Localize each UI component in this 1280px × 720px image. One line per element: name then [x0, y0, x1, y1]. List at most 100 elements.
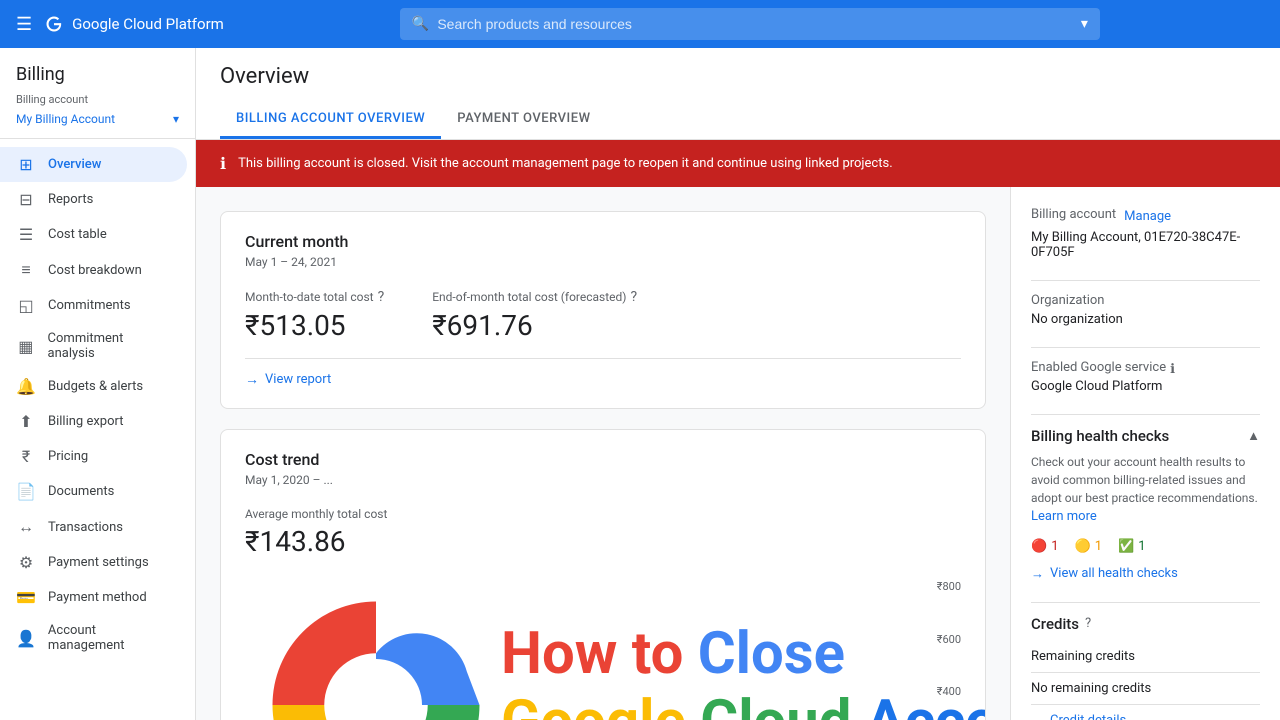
- sidebar-payment-method-icon: 💳: [16, 588, 36, 607]
- learn-more-link[interactable]: Learn more: [1031, 509, 1097, 524]
- sidebar-item-payment-method[interactable]: 💳 Payment method: [0, 580, 187, 615]
- search-chevron-icon: ▾: [1081, 16, 1088, 32]
- sidebar-overview-label: Overview: [48, 157, 101, 172]
- search-input[interactable]: [437, 16, 1069, 32]
- view-checks-label: View all health checks: [1050, 566, 1178, 581]
- google-g-icon: [44, 14, 64, 34]
- badge-green-count: 1: [1138, 539, 1145, 554]
- org-value: No organization: [1031, 312, 1260, 327]
- sidebar-reports-label: Reports: [48, 192, 93, 207]
- credit-details-link[interactable]: → Credit details: [1031, 713, 1260, 720]
- sidebar-payment-method-label: Payment method: [48, 590, 147, 605]
- trend-title: Cost trend: [245, 450, 961, 469]
- google-service-value: Google Cloud Platform: [1031, 379, 1260, 394]
- y-label-400: ₹400: [921, 685, 961, 698]
- eom-help-icon[interactable]: ?: [630, 289, 637, 305]
- current-month-title: Current month: [245, 232, 961, 251]
- sidebar-item-account-management[interactable]: 👤 Account management: [0, 615, 187, 661]
- manage-link[interactable]: Manage: [1124, 209, 1171, 224]
- menu-icon[interactable]: ☰: [16, 14, 32, 35]
- sidebar-budgets-alerts-label: Budgets & alerts: [48, 379, 143, 394]
- eom-label: End-of-month total cost (forecasted) ?: [432, 289, 637, 305]
- sidebar-documents-label: Documents: [48, 484, 114, 499]
- sidebar: Billing Billing account My Billing Accou…: [0, 48, 196, 720]
- cost-trend-card: Cost trend May 1, 2020 – ... Average mon…: [220, 429, 986, 720]
- sidebar-item-cost-breakdown[interactable]: ≡ Cost breakdown: [0, 252, 187, 288]
- sidebar-commitment-analysis-icon: ▦: [16, 337, 36, 356]
- sidebar-item-commitments[interactable]: ◱ Commitments: [0, 288, 187, 323]
- side-panel: Billing account Manage My Billing Accoun…: [1010, 187, 1280, 720]
- sidebar-cost-table-icon: ☰: [16, 225, 36, 244]
- avg-label: Average monthly total cost: [245, 507, 961, 521]
- current-month-subtitle: May 1 – 24, 2021: [245, 255, 961, 269]
- sidebar-item-cost-table[interactable]: ☰ Cost table: [0, 217, 187, 252]
- tab-payment-overview[interactable]: PAYMENT OVERVIEW: [441, 101, 606, 139]
- sidebar-item-documents[interactable]: 📄 Documents: [0, 474, 187, 509]
- divider-2: [1031, 347, 1260, 348]
- sidebar-item-transactions[interactable]: ↔ Transactions: [0, 509, 187, 545]
- avg-amount: ₹143.86: [245, 525, 961, 558]
- alert-icon: ℹ: [220, 154, 226, 173]
- billing-checks-section: Billing health checks ▲ Check out your a…: [1031, 427, 1260, 582]
- eom-cost-item: End-of-month total cost (forecasted) ? ₹…: [432, 289, 637, 342]
- topbar: ☰ Google Cloud Platform 🔍 ▾: [0, 0, 1280, 48]
- no-remaining-credits-item: No remaining credits: [1031, 673, 1260, 705]
- sidebar-transactions-label: Transactions: [48, 520, 123, 535]
- page-title: Overview: [220, 64, 1256, 89]
- sidebar-payment-settings-icon: ⚙: [16, 553, 36, 572]
- sidebar-commitments-label: Commitments: [48, 298, 131, 313]
- sidebar-commitments-icon: ◱: [16, 296, 36, 315]
- sidebar-item-payment-settings[interactable]: ⚙ Payment settings: [0, 545, 187, 580]
- sidebar-billing-export-icon: ⬆: [16, 412, 36, 431]
- sidebar-account-name: My Billing Account: [16, 112, 115, 126]
- sidebar-pricing-label: Pricing: [48, 449, 88, 464]
- red-circle-icon: 🔴: [1031, 539, 1047, 554]
- sidebar-item-reports[interactable]: ⊟ Reports: [0, 182, 187, 217]
- billing-checks-title: Billing health checks: [1031, 427, 1169, 445]
- credit-details-label: Credit details: [1050, 713, 1126, 720]
- badge-green: ✅ 1: [1118, 539, 1146, 554]
- sidebar-overview-icon: ⊞: [16, 155, 36, 174]
- badge-yellow-count: 1: [1095, 539, 1102, 554]
- alert-message: This billing account is closed. Visit th…: [238, 156, 893, 171]
- sidebar-account-management-label: Account management: [48, 623, 171, 653]
- main-panel: Current month May 1 – 24, 2021 Month-to-…: [196, 187, 1010, 720]
- y-label-600: ₹600: [921, 633, 961, 646]
- badge-red: 🔴 1: [1031, 539, 1059, 554]
- google-service-title: Enabled Google service: [1031, 360, 1166, 375]
- sidebar-cost-breakdown-icon: ≡: [16, 260, 36, 280]
- divider-4: [1031, 602, 1260, 603]
- search-bar[interactable]: 🔍 ▾: [400, 8, 1100, 40]
- sidebar-item-overview[interactable]: ⊞ Overview: [0, 147, 187, 182]
- yellow-circle-icon: 🟡: [1075, 539, 1091, 554]
- mtd-help-icon[interactable]: ?: [378, 289, 385, 305]
- sidebar-item-budgets-alerts[interactable]: 🔔 Budgets & alerts: [0, 369, 187, 404]
- view-checks-link[interactable]: → View all health checks: [1031, 566, 1260, 582]
- sidebar-header: Billing Billing account My Billing Accou…: [0, 48, 195, 139]
- billing-checks-desc: Check out your account health results to…: [1031, 453, 1260, 527]
- search-icon: 🔍: [412, 16, 429, 32]
- google-service-help-icon[interactable]: ℹ: [1170, 362, 1175, 377]
- credits-help-icon[interactable]: ?: [1085, 616, 1091, 631]
- sidebar-billing-export-label: Billing export: [48, 414, 123, 429]
- cost-row: Month-to-date total cost ? ₹513.05 End-o…: [245, 289, 961, 342]
- remaining-credits-item: Remaining credits: [1031, 641, 1260, 673]
- sidebar-item-pricing[interactable]: ₹ Pricing: [0, 439, 187, 474]
- checks-badges: 🔴 1 🟡 1 ✅ 1: [1031, 539, 1260, 554]
- sidebar-account-select[interactable]: My Billing Account ▾: [16, 108, 179, 130]
- sidebar-item-billing-export[interactable]: ⬆ Billing export: [0, 404, 187, 439]
- sidebar-payment-settings-label: Payment settings: [48, 555, 149, 570]
- trend-header: Cost trend May 1, 2020 – ... Average mon…: [221, 430, 985, 558]
- tab-billing-account-overview[interactable]: BILLING ACCOUNT OVERVIEW: [220, 101, 441, 139]
- tabs: BILLING ACCOUNT OVERVIEWPAYMENT OVERVIEW: [220, 101, 1256, 139]
- account-chevron-icon: ▾: [173, 112, 179, 126]
- sidebar-item-commitment-analysis[interactable]: ▦ Commitment analysis: [0, 323, 187, 369]
- sidebar-transactions-icon: ↔: [16, 517, 36, 537]
- view-report-link[interactable]: → View report: [245, 358, 961, 388]
- collapse-icon[interactable]: ▲: [1247, 428, 1260, 444]
- page-header: Overview BILLING ACCOUNT OVERVIEWPAYMENT…: [196, 48, 1280, 140]
- sidebar-reports-icon: ⊟: [16, 190, 36, 209]
- credits-header: Credits ?: [1031, 615, 1260, 633]
- sidebar-cost-breakdown-label: Cost breakdown: [48, 263, 142, 278]
- org-title: Organization: [1031, 293, 1260, 308]
